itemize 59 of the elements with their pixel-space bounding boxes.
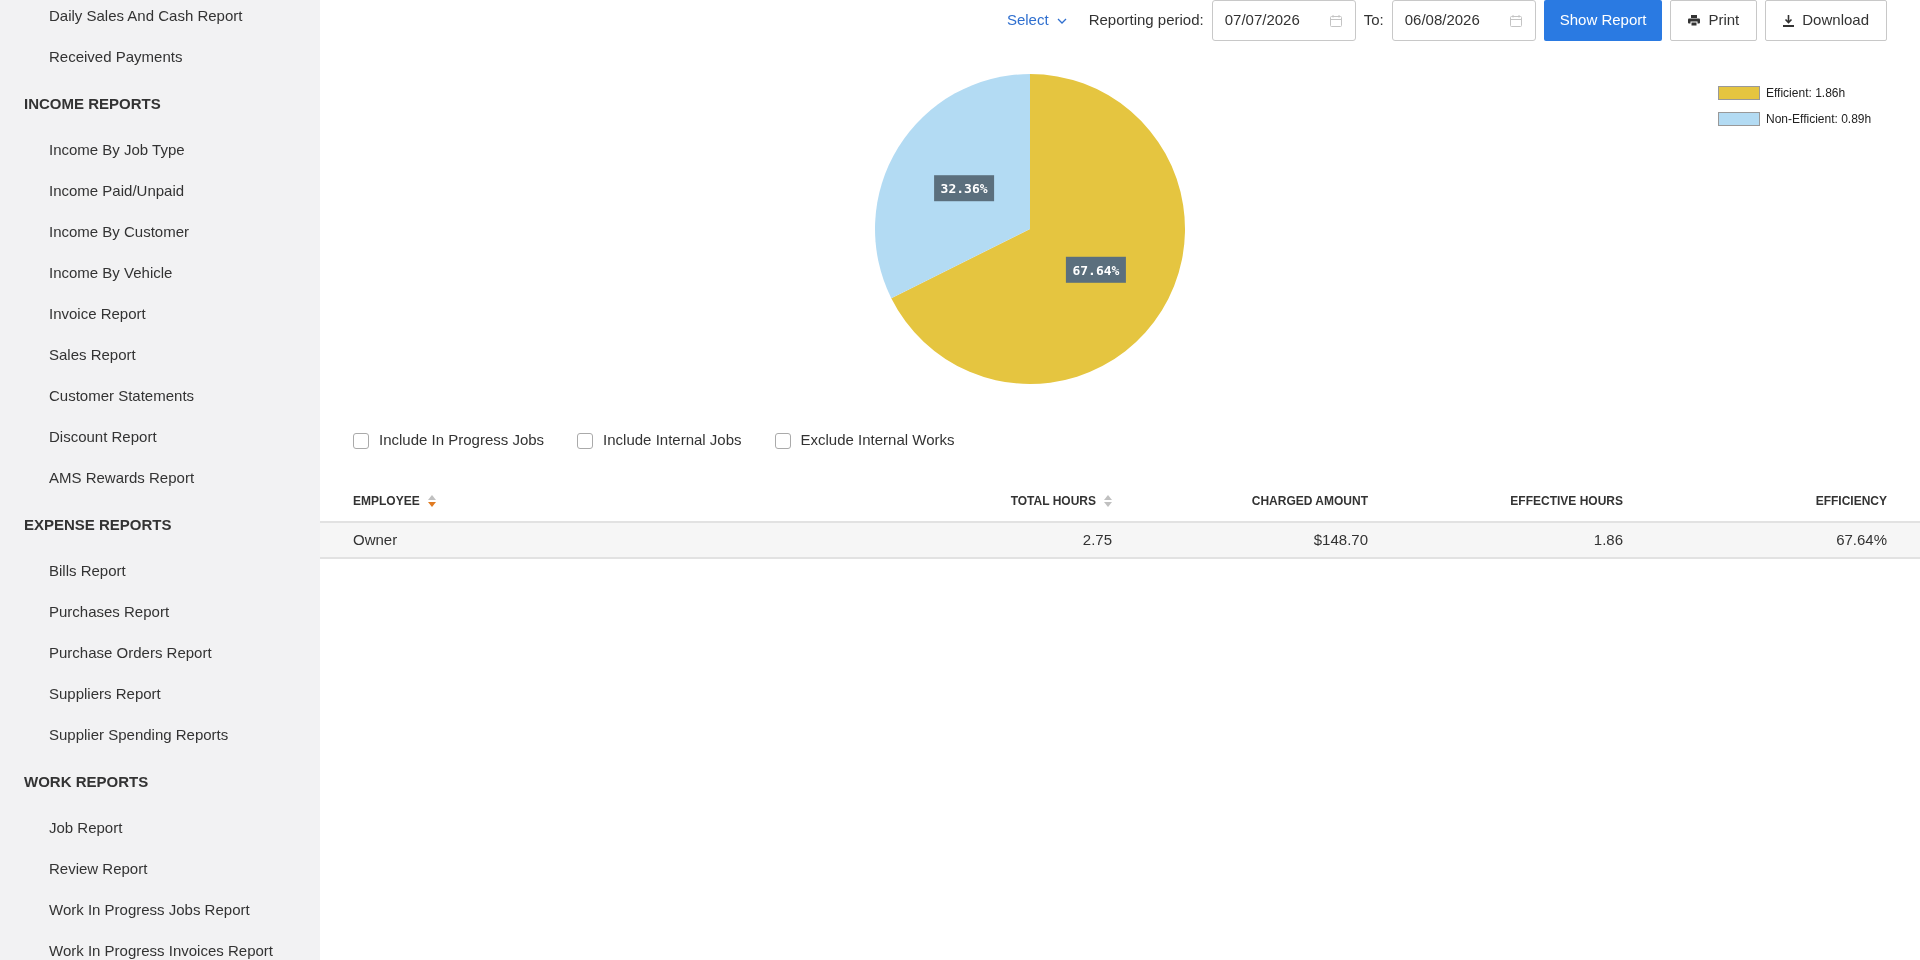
show-report-button[interactable]: Show Report bbox=[1543, 0, 1663, 41]
section-heading: INCOME REPORTS bbox=[24, 93, 161, 114]
sidebar-link[interactable]: Job Report bbox=[49, 817, 123, 840]
table-cell-text: 2.75 bbox=[1081, 529, 1112, 550]
checkbox[interactable] bbox=[577, 432, 594, 449]
sort-icon[interactable] bbox=[427, 495, 436, 507]
sidebar-link[interactable]: Received Payments bbox=[49, 46, 183, 69]
sidebar-link[interactable]: Supplier Spending Reports bbox=[49, 724, 229, 747]
sidebar-link[interactable]: Invoice Report bbox=[49, 303, 146, 326]
download-button[interactable]: Download bbox=[1765, 0, 1887, 41]
date-field[interactable]: 06/08/2026 bbox=[1391, 0, 1536, 41]
sidebar-link[interactable]: Income Paid/Unpaid bbox=[49, 180, 185, 203]
sidebar-link[interactable]: Daily Sales And Cash Report bbox=[49, 5, 243, 28]
column-header: EFFICIENCY bbox=[1815, 493, 1887, 510]
sidebar-link[interactable]: Review Report bbox=[49, 858, 148, 881]
section-heading: EXPENSE REPORTS bbox=[24, 514, 172, 535]
sidebar-link[interactable]: Income By Customer bbox=[49, 221, 190, 244]
section-heading: WORK REPORTS bbox=[24, 771, 149, 792]
select-dropdown[interactable]: Select bbox=[1006, 9, 1067, 32]
period-label: Reporting period: bbox=[1088, 10, 1204, 31]
sidebar-link[interactable]: Discount Report bbox=[49, 426, 157, 449]
table-cell-text: $148.70 bbox=[1312, 529, 1368, 550]
value-label: 32.36% bbox=[934, 175, 995, 202]
date-field[interactable]: 07/07/2026 bbox=[1211, 0, 1356, 41]
sidebar-link[interactable]: Work In Progress Invoices Report bbox=[49, 940, 273, 960]
legend-label: Efficient: 1.86h bbox=[1766, 85, 1846, 102]
to-label: To: bbox=[1363, 10, 1384, 31]
table-cell-text: 67.64% bbox=[1835, 529, 1887, 550]
column-header: CHARGED AMOUNT bbox=[1251, 493, 1368, 510]
column-header: EMPLOYEE bbox=[353, 493, 420, 510]
data-label: 67.64% bbox=[1072, 262, 1120, 278]
legend-label: Non-Efficient: 0.89h bbox=[1766, 111, 1872, 128]
sidebar-link[interactable]: Income By Job Type bbox=[49, 139, 185, 162]
sidebar-link[interactable]: Suppliers Report bbox=[49, 683, 161, 706]
sidebar-link[interactable]: Work In Progress Jobs Report bbox=[49, 899, 250, 922]
sidebar-link[interactable]: Sales Report bbox=[49, 344, 136, 367]
data-label: 32.36% bbox=[940, 181, 988, 197]
calendar-icon bbox=[1508, 13, 1523, 28]
column-header: EFFECTIVE HOURS bbox=[1510, 493, 1623, 510]
checkbox[interactable] bbox=[353, 432, 369, 449]
calendar-icon bbox=[1328, 13, 1343, 28]
checkbox-label: Include Internal Jobs bbox=[603, 430, 742, 451]
print-button[interactable]: Print bbox=[1670, 0, 1758, 41]
table-cell-text: 1.86 bbox=[1592, 529, 1623, 550]
sidebar-link[interactable]: AMS Rewards Report bbox=[49, 467, 195, 490]
sidebar-link[interactable]: Purchase Orders Report bbox=[49, 642, 212, 665]
checkbox-label: Exclude Internal Works bbox=[800, 430, 955, 451]
table-cell-text: Owner bbox=[353, 529, 399, 550]
sidebar-link[interactable]: Bills Report bbox=[49, 560, 126, 583]
checkbox-label: Include In Progress Jobs bbox=[379, 430, 545, 451]
chevron-down-icon bbox=[1056, 17, 1067, 24]
sidebar-link[interactable]: Customer Statements bbox=[49, 385, 195, 408]
printer-icon bbox=[1688, 15, 1701, 26]
download-icon bbox=[1783, 14, 1795, 27]
sidebar-link[interactable]: Income By Vehicle bbox=[49, 262, 173, 285]
sort-icon[interactable] bbox=[1104, 495, 1112, 507]
checkbox[interactable] bbox=[774, 432, 791, 449]
column-header: TOTAL HOURS bbox=[1010, 493, 1096, 510]
sidebar-link[interactable]: Purchases Report bbox=[49, 601, 170, 624]
